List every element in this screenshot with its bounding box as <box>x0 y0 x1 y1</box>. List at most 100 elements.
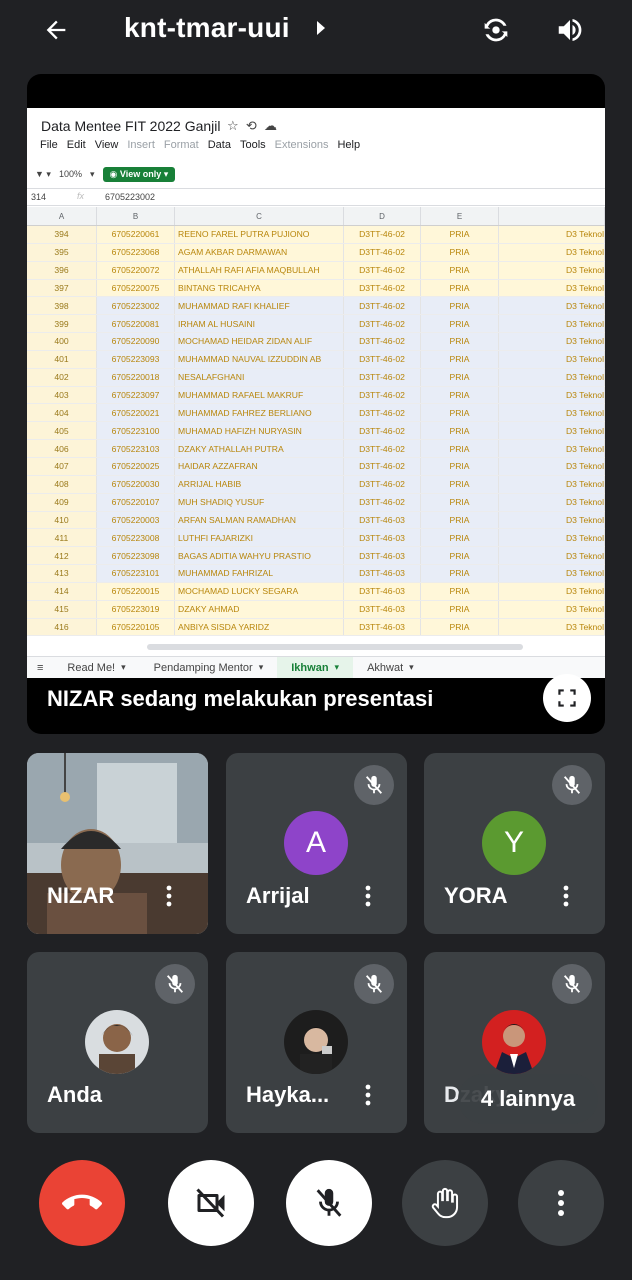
table-cell: 394 <box>27 226 97 243</box>
table-cell: D3 Teknol <box>499 493 605 511</box>
table-cell: 6705223019 <box>97 600 175 618</box>
table-cell: 6705220107 <box>97 493 175 511</box>
table-cell: MUHAMMAD FAHREZ BERLIANO <box>175 404 344 422</box>
more-vert-icon <box>365 1084 371 1106</box>
table-cell: D3 Teknol <box>499 475 605 493</box>
participant-more-button[interactable] <box>556 881 576 911</box>
mic-off-icon <box>365 775 383 794</box>
table-cell: 6705220105 <box>97 618 175 636</box>
table-cell: D3 Teknol <box>499 368 605 386</box>
column-header-cell: A <box>27 207 97 225</box>
table-cell: 414 <box>27 582 97 600</box>
table-cell: D3 Teknol <box>499 565 605 582</box>
menu-item-view: View <box>94 139 119 151</box>
table-row: 401 6705223093 MUHAMMAD NAUVAL IZZUDDIN AB… <box>27 350 605 369</box>
table-cell: D3TT-46-02 <box>344 440 421 457</box>
table-cell: 399 <box>27 315 97 333</box>
more-options-button[interactable] <box>518 1160 604 1246</box>
table-cell: D3 Teknol <box>499 582 605 600</box>
presentation-card[interactable]: Data Mentee FIT 2022 Ganjil ☆ ⟲ ☁ File Ed… <box>27 74 605 734</box>
sheet-tab-label: Read Me! <box>67 661 116 674</box>
eye-icon: ◉ <box>109 168 118 179</box>
table-cell: 415 <box>27 600 97 618</box>
meeting-title[interactable]: knt-tmar-uui <box>124 12 290 44</box>
switch-camera-button[interactable] <box>474 8 518 52</box>
table-cell: ARRIJAL HABIB <box>175 475 344 493</box>
table-cell: 413 <box>27 565 97 582</box>
table-cell: D3TT-46-03 <box>344 565 421 582</box>
table-cell: PRIA <box>421 333 499 350</box>
participant-name: NIZAR <box>47 883 115 908</box>
table-cell: 395 <box>27 243 97 261</box>
table-cell: MUHAMMAD NAUVAL IZZUDDIN AB <box>175 350 344 368</box>
speaker-button[interactable] <box>548 8 592 52</box>
table-cell: D3TT-46-02 <box>344 226 421 243</box>
menu-item-help: Help <box>337 139 361 151</box>
table-cell: D3TT-46-02 <box>344 422 421 440</box>
table-cell: D3 Teknol <box>499 261 605 279</box>
table-cell: 6705220021 <box>97 404 175 422</box>
avatar: A <box>284 811 348 875</box>
table-cell: D3 Teknol <box>499 457 605 475</box>
table-cell: PRIA <box>421 440 499 457</box>
table-cell: 6705220081 <box>97 315 175 333</box>
table-cell: ATHALLAH RAFI AFIA MAQBULLAH <box>175 261 344 279</box>
table-row: 400 6705220090 MOCHAMAD HEIDAR ZIDAN ALIF D… <box>27 333 605 351</box>
back-button[interactable] <box>36 10 76 50</box>
table-cell: IRHAM AL HUSAINI <box>175 315 344 333</box>
table-cell: D3 Teknol <box>499 226 605 243</box>
horizontal-scrollbar <box>147 644 523 650</box>
sheet-tabs-menu-icon: ≡ <box>37 661 44 674</box>
move-icon: ⟲ <box>245 118 257 133</box>
fullscreen-button[interactable] <box>543 674 591 722</box>
camera-toggle-button[interactable] <box>168 1160 254 1246</box>
sheet-tab-label: Akhwat <box>367 661 404 674</box>
table-cell: D3TT-46-03 <box>344 529 421 547</box>
table-cell: 411 <box>27 529 97 547</box>
table-cell: DZAKY ATHALLAH PUTRA <box>175 440 344 457</box>
table-cell: MUHAMMAD RAFI KHALIEF <box>175 297 344 315</box>
table-cell: 6705223097 <box>97 386 175 404</box>
participant-more-button[interactable] <box>358 1080 378 1110</box>
chevron-right-icon[interactable] <box>314 18 328 38</box>
table-cell: MUHAMMAD RAFAEL MAKRUF <box>175 386 344 404</box>
table-cell: 6705220003 <box>97 511 175 529</box>
table-cell: D3TT-46-02 <box>344 315 421 333</box>
table-cell: MOCHAMAD LUCKY SEGARA <box>175 582 344 600</box>
formula-bar: 314 fx 6705223002 <box>27 188 605 206</box>
participant-tile[interactable]: Y YORA <box>424 753 605 934</box>
table-cell: 407 <box>27 457 97 475</box>
table-row: 397 6705220075 BINTANG TRICAHYA D3TT-46-02 P… <box>27 279 605 298</box>
table-cell: D3 Teknol <box>499 404 605 422</box>
sheet-tab-label: Ikhwan <box>291 661 329 674</box>
participant-tile[interactable]: Anda <box>27 952 208 1133</box>
more-participants-button[interactable]: 4 lainnya <box>458 1074 598 1124</box>
table-cell: PRIA <box>421 261 499 279</box>
table-cell: D3 Teknol <box>499 243 605 261</box>
table-cell: D3 Teknol <box>499 297 605 315</box>
participant-tile[interactable]: A Arrijal <box>226 753 407 934</box>
table-cell: 404 <box>27 404 97 422</box>
raise-hand-button[interactable] <box>402 1160 488 1246</box>
table-cell: 396 <box>27 261 97 279</box>
table-cell: D3TT-46-02 <box>344 493 421 511</box>
table-cell: 6705223103 <box>97 440 175 457</box>
table-cell: D3TT-46-03 <box>344 547 421 565</box>
mic-toggle-button[interactable] <box>286 1160 372 1246</box>
switch-camera-icon <box>484 18 508 42</box>
table-row: 415 6705223019 DZAKY AHMAD D3TT-46-03 PRIA D3… <box>27 600 605 619</box>
participant-more-button[interactable] <box>358 881 378 911</box>
table-cell: 403 <box>27 386 97 404</box>
table-cell: 6705220075 <box>97 279 175 297</box>
table-cell: PRIA <box>421 565 499 582</box>
table-cell: BINTANG TRICAHYA <box>175 279 344 297</box>
table-row: 414 6705220015 MOCHAMAD LUCKY SEGARA D3TT-4… <box>27 582 605 601</box>
participant-tile[interactable]: Hayka... <box>226 952 407 1133</box>
more-vert-icon <box>558 1190 564 1216</box>
end-call-button[interactable] <box>39 1160 125 1246</box>
table-cell: 402 <box>27 368 97 386</box>
cloud-icon: ☁ <box>264 118 278 133</box>
participant-more-button[interactable] <box>159 881 179 911</box>
participant-tile[interactable]: NIZAR <box>27 753 208 934</box>
table-cell: PRIA <box>421 493 499 511</box>
